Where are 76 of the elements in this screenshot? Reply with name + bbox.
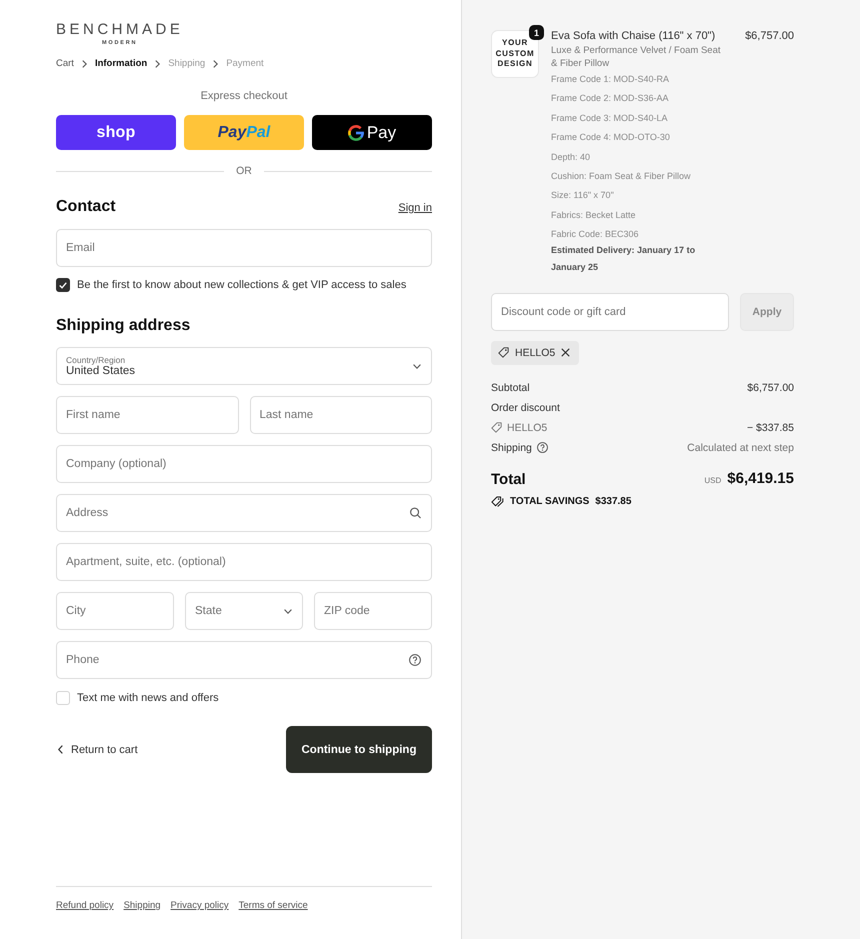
product-property: Fabrics: Becket Latte (551, 208, 637, 222)
summary-value: − $337.85 (746, 420, 794, 436)
summary-value: Calculated at next step (687, 440, 794, 456)
footer-link[interactable]: Privacy policy (170, 900, 229, 912)
divider-text: OR (236, 165, 252, 177)
chevron-down-icon (284, 608, 292, 614)
discount-field[interactable]: Discount code or gift card (491, 292, 729, 331)
help-icon[interactable] (536, 442, 548, 454)
shop-button[interactable]: shop (56, 115, 176, 150)
chevron-right-icon (82, 60, 87, 68)
chevron-right-icon (155, 60, 160, 68)
section-heading: Contact (56, 198, 116, 216)
input-field[interactable]: Apartment, suite, etc. (optional) (56, 543, 432, 581)
input-field[interactable]: Last name (250, 396, 432, 434)
input-field[interactable]: City (56, 592, 174, 630)
g-logo-icon (348, 124, 364, 140)
total-amount: $6,419.15 (727, 468, 794, 489)
tag-icon (491, 422, 502, 434)
savings-amount: $337.85 (595, 494, 632, 509)
input-field[interactable]: First name (56, 396, 238, 434)
discount-code: HELLO5 (515, 346, 556, 359)
checkbox-label: Text me with news and offers (77, 692, 219, 704)
product-property: Fabric Code: BEC306 (551, 228, 640, 242)
close-icon[interactable] (561, 348, 570, 358)
thumbnail-text: YOUR CUSTOM DESIGN (496, 38, 534, 70)
footer-link[interactable]: Refund policy (56, 900, 114, 912)
paypal-button[interactable]: PayPal (184, 115, 304, 150)
product-property: Frame Code 1: MOD-S40-RA (551, 73, 670, 86)
return-link[interactable]: Return to cart (56, 744, 138, 756)
tags-icon (491, 496, 504, 508)
product-property: Frame Code 4: MOD-OTO-30 (551, 131, 671, 144)
summary-value: $6,757.00 (747, 380, 794, 396)
product-property: Frame Code 2: MOD-S36-AA (551, 92, 670, 106)
breadcrumb-step: Information (94, 58, 148, 70)
select-field[interactable]: State (185, 592, 303, 630)
breadcrumb-step[interactable]: Cart (56, 58, 74, 70)
email-field[interactable]: Email (56, 229, 432, 267)
quantity-badge: 1 (529, 25, 544, 40)
breadcrumb-step: Shipping (168, 58, 206, 70)
continue-button[interactable]: Continue to shipping (286, 726, 432, 773)
product-price: $6,757.00 (745, 29, 794, 43)
select-field[interactable]: Country/Region United States (56, 347, 432, 385)
summary-label: Subtotal (491, 380, 530, 396)
total-label: Total (491, 470, 526, 490)
delivery-estimate: Estimated Delivery: January 17 to January 25 (551, 244, 696, 274)
product-property: Depth: 40 (551, 150, 592, 164)
checkbox-label: Be the first to know about new collections & get VIP access to sales (77, 278, 406, 292)
checkbox[interactable] (56, 278, 70, 292)
summary-label: Shipping (491, 440, 532, 456)
express-checkout-title: Express checkout (200, 89, 288, 103)
product-variant: Luxe & Performance Velvet / Foam Seat & Fiber Pillow (551, 44, 722, 70)
input-field[interactable]: Company (optional) (56, 445, 432, 483)
currency-code: USD (704, 474, 722, 487)
section-heading: Shipping address (56, 317, 190, 335)
discount-code: HELLO5 (507, 420, 548, 436)
footer-link[interactable]: Shipping (124, 900, 161, 912)
product-property: Frame Code 3: MOD-S40-LA (551, 112, 669, 125)
sign-in-link[interactable]: Sign in (398, 202, 432, 214)
google-pay-button[interactable]: Pay (312, 115, 432, 150)
product-property: Cushion: Foam Seat & Fiber Pillow (551, 170, 692, 184)
chevron-left-icon (58, 745, 63, 754)
savings-label: TOTAL SAVINGS (510, 494, 590, 509)
chevron-down-icon (413, 364, 421, 368)
check-icon (59, 282, 67, 288)
summary-label: Order discount (491, 400, 560, 416)
product-property: Size: 116" x 70" (551, 189, 615, 202)
search-icon (410, 508, 421, 518)
footer-link[interactable]: Terms of service (238, 900, 308, 912)
input-field[interactable]: ZIP code (314, 592, 432, 630)
product-title: Eva Sofa with Chaise (116" x 70") (551, 29, 716, 43)
breadcrumb-step: Payment (226, 58, 264, 70)
input-field[interactable]: Phone (56, 641, 432, 679)
help-icon[interactable] (409, 654, 421, 666)
input-field[interactable]: Address (56, 494, 432, 532)
tag-icon (498, 347, 509, 358)
chevron-right-icon (213, 60, 218, 68)
